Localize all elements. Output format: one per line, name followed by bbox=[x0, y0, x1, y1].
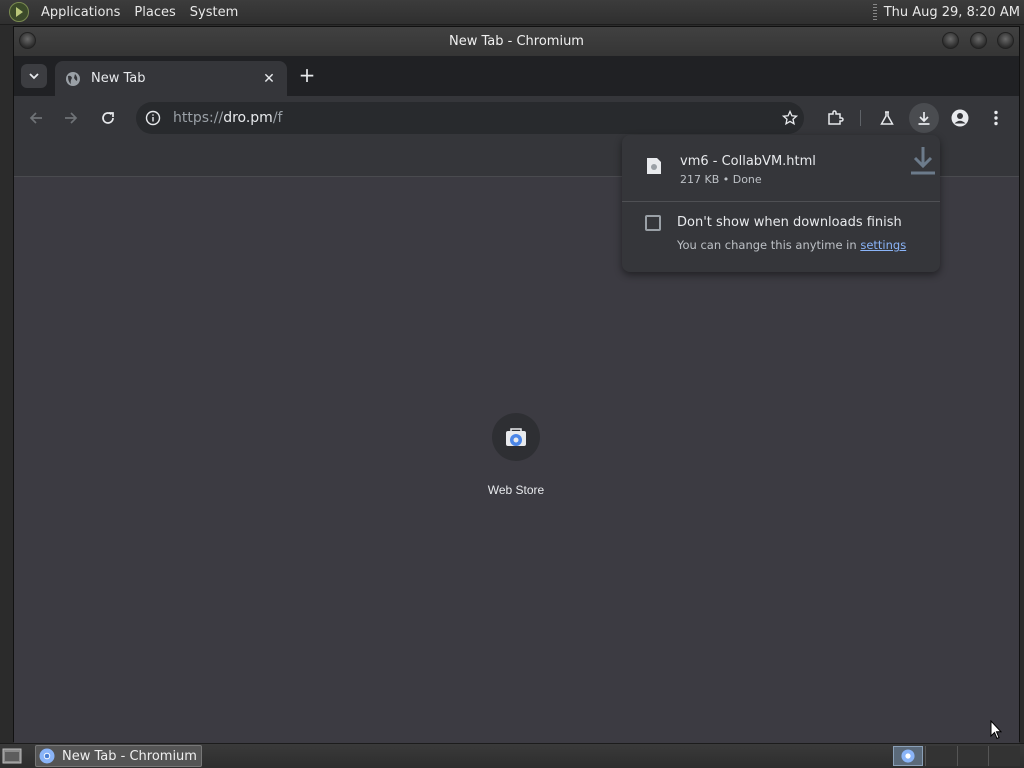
download-bubble: vm6 - CollabVM.html 217 KB • Done Don't … bbox=[622, 135, 940, 272]
shortcut-web-store[interactable]: Web Store bbox=[474, 413, 558, 503]
dont-show-checkbox[interactable] bbox=[645, 215, 661, 231]
task-button-label: New Tab - Chromium bbox=[62, 748, 197, 764]
profile-button[interactable] bbox=[948, 106, 972, 130]
shortcut-icon-container bbox=[492, 413, 540, 461]
mouse-cursor-icon bbox=[990, 720, 1002, 740]
new-tab-button[interactable]: + bbox=[295, 64, 319, 88]
puzzle-icon bbox=[828, 110, 844, 125]
chrome-menu-button[interactable] bbox=[984, 106, 1008, 130]
back-button[interactable] bbox=[24, 106, 48, 130]
close-window-button[interactable] bbox=[997, 32, 1014, 49]
system-menu[interactable]: System bbox=[183, 5, 245, 20]
url-host: dro.pm bbox=[223, 110, 273, 126]
globe-icon bbox=[66, 71, 80, 86]
url-scheme: https:// bbox=[173, 110, 224, 126]
workspace-3[interactable] bbox=[956, 746, 989, 766]
arrow-right-icon bbox=[65, 112, 78, 124]
downloads-button[interactable] bbox=[909, 103, 939, 133]
browser-toolbar: https://dro.pm/f bbox=[14, 96, 1019, 140]
tab-search-button[interactable] bbox=[21, 64, 47, 88]
panel-grip bbox=[872, 4, 877, 20]
avatar-icon bbox=[951, 109, 969, 127]
places-menu[interactable]: Places bbox=[127, 5, 182, 20]
file-icon bbox=[647, 158, 661, 174]
reload-button[interactable] bbox=[96, 106, 120, 130]
settings-hint: You can change this anytime in settings bbox=[677, 238, 906, 252]
download-animation-icon bbox=[911, 147, 935, 175]
workspace-4[interactable] bbox=[988, 746, 1021, 766]
flask-icon bbox=[880, 111, 894, 125]
bookmark-star-button[interactable] bbox=[778, 106, 802, 130]
address-bar[interactable]: https://dro.pm/f bbox=[136, 102, 804, 134]
close-tab-icon[interactable]: ✕ bbox=[261, 71, 277, 87]
kebab-menu-icon bbox=[994, 110, 998, 126]
download-icon bbox=[918, 112, 930, 125]
labs-button[interactable] bbox=[875, 106, 899, 130]
download-item[interactable]: vm6 - CollabVM.html 217 KB • Done bbox=[622, 135, 940, 201]
dont-show-label[interactable]: Don't show when downloads finish bbox=[677, 215, 902, 230]
window-titlebar[interactable]: New Tab - Chromium bbox=[14, 27, 1019, 56]
reload-icon bbox=[102, 112, 114, 124]
workspace-1[interactable] bbox=[893, 746, 923, 766]
star-icon bbox=[782, 110, 798, 126]
workspace-switcher[interactable] bbox=[925, 746, 1021, 766]
task-button-chromium[interactable]: New Tab - Chromium bbox=[35, 745, 202, 767]
workspace-2[interactable] bbox=[925, 746, 957, 766]
bottom-taskbar: New Tab - Chromium bbox=[0, 743, 1024, 768]
chromium-mini-icon bbox=[901, 749, 915, 763]
top-panel: Applications Places System Thu Aug 29, 8… bbox=[0, 0, 1024, 25]
maximize-button[interactable] bbox=[970, 32, 987, 49]
minimize-button[interactable] bbox=[942, 32, 959, 49]
settings-hint-text: You can change this anytime in bbox=[677, 238, 861, 252]
settings-link[interactable]: settings bbox=[860, 238, 906, 252]
show-desktop-icon[interactable] bbox=[2, 747, 22, 765]
arrow-left-icon bbox=[29, 112, 42, 124]
tab-new-tab[interactable]: New Tab ✕ bbox=[55, 61, 287, 96]
window-menu-button[interactable] bbox=[19, 32, 36, 49]
info-icon[interactable] bbox=[145, 110, 161, 126]
url-path: /f bbox=[272, 110, 283, 126]
applications-menu[interactable]: Applications bbox=[34, 5, 127, 20]
shortcut-label: Web Store bbox=[487, 483, 545, 497]
tab-strip: New Tab ✕ + bbox=[14, 56, 1019, 96]
toolbar-separator bbox=[860, 110, 861, 126]
extensions-button[interactable] bbox=[823, 106, 847, 130]
download-file-name: vm6 - CollabVM.html bbox=[680, 154, 816, 169]
chevron-down-icon bbox=[29, 73, 39, 80]
download-bubble-divider bbox=[622, 201, 940, 202]
chromium-icon bbox=[39, 748, 55, 764]
distro-logo-icon[interactable] bbox=[9, 2, 29, 22]
web-store-icon bbox=[506, 428, 526, 446]
tab-title: New Tab bbox=[91, 71, 146, 86]
panel-clock[interactable]: Thu Aug 29, 8:20 AM bbox=[884, 5, 1020, 20]
download-status: 217 KB • Done bbox=[680, 173, 762, 186]
forward-button[interactable] bbox=[59, 106, 83, 130]
window-title: New Tab - Chromium bbox=[449, 34, 584, 49]
browser-window: New Tab - Chromium New Tab ✕ + https:// … bbox=[13, 26, 1020, 743]
